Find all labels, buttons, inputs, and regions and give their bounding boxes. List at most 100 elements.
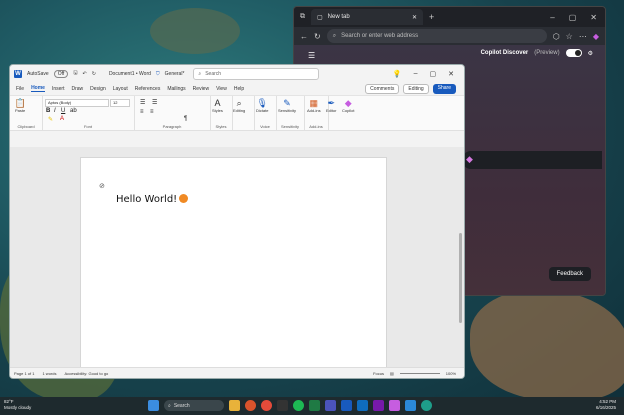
store-icon[interactable] bbox=[405, 400, 416, 411]
outlook-icon[interactable] bbox=[357, 400, 368, 411]
file-explorer-icon[interactable] bbox=[229, 400, 240, 411]
menu-insert[interactable]: Insert bbox=[52, 86, 65, 92]
menu-draw[interactable]: Draw bbox=[71, 86, 83, 92]
font-name-select[interactable]: Aptos (Body) bbox=[45, 99, 109, 107]
word-count[interactable]: 1 words bbox=[42, 371, 56, 376]
word-search-box[interactable]: ⌕ Search bbox=[193, 67, 320, 80]
close-icon[interactable]: ✕ bbox=[590, 13, 597, 22]
menu-review[interactable]: Review bbox=[193, 86, 209, 92]
copilot-search-icon[interactable]: ◆ bbox=[466, 154, 473, 165]
paragraph-mark-icon[interactable]: ¶ bbox=[184, 116, 187, 122]
search-icon: ⌕ bbox=[332, 32, 337, 39]
align-center-icon[interactable]: ≡ bbox=[150, 109, 154, 115]
focus-button[interactable]: Focus bbox=[373, 371, 384, 376]
underline-button[interactable]: U bbox=[61, 108, 65, 114]
start-icon[interactable] bbox=[148, 400, 159, 411]
editing-button[interactable]: ⌕ Editing bbox=[233, 98, 245, 114]
favorites-icon[interactable]: ☆ bbox=[566, 32, 573, 41]
bold-button[interactable]: B bbox=[46, 108, 50, 114]
extensions-icon[interactable]: ⬡ bbox=[553, 32, 560, 41]
addins-button[interactable]: ▦ Add-ins bbox=[307, 97, 321, 114]
menu-file[interactable]: File bbox=[16, 86, 24, 92]
italic-button[interactable]: I bbox=[54, 108, 56, 114]
back-icon[interactable]: ← bbox=[300, 32, 308, 41]
numbering-icon[interactable]: ☰ bbox=[152, 99, 157, 106]
weather-widget[interactable]: 82°F Mostly cloudy bbox=[4, 399, 31, 411]
word-close-icon[interactable]: ✕ bbox=[448, 70, 454, 78]
word-maximize-icon[interactable]: ▢ bbox=[430, 70, 437, 78]
font-size-select[interactable]: 12 bbox=[110, 99, 130, 107]
taskbar-search[interactable]: ⌕ Search bbox=[164, 400, 224, 411]
settings-gear-icon[interactable]: ⚙ bbox=[588, 50, 593, 57]
system-clock[interactable]: 4:52 PM 6/16/2025 bbox=[596, 399, 616, 411]
zoom-level[interactable]: 100% bbox=[446, 371, 456, 376]
copilot-discover-toggle[interactable] bbox=[565, 49, 582, 57]
document-text[interactable]: Hello World! bbox=[116, 194, 189, 205]
undo-icon[interactable]: ↶ bbox=[83, 71, 87, 77]
maximize-icon[interactable]: ▢ bbox=[569, 13, 577, 22]
menu-mailings[interactable]: Mailings bbox=[167, 86, 185, 92]
excel-icon[interactable] bbox=[309, 400, 320, 411]
copilot-button[interactable]: ◆ Copilot bbox=[342, 98, 354, 114]
document-page[interactable]: ⊘ Hello World! bbox=[80, 157, 387, 378]
edge-tabbar: ⧉ ▢ New tab ✕ + – ▢ ✕ bbox=[294, 7, 605, 27]
menu-design[interactable]: Design bbox=[90, 86, 106, 92]
editor-button[interactable]: ✒ Editor bbox=[326, 98, 336, 114]
chrome-icon[interactable] bbox=[261, 400, 272, 411]
menu-help[interactable]: Help bbox=[234, 86, 244, 92]
menu-view[interactable]: View bbox=[216, 86, 227, 92]
comments-button[interactable]: Comments bbox=[365, 83, 400, 94]
menu-home[interactable]: Home bbox=[31, 85, 45, 92]
save-icon[interactable]: 🖫 bbox=[73, 70, 77, 78]
newtab-icon: ▢ bbox=[317, 14, 323, 21]
minimize-icon[interactable]: – bbox=[550, 13, 554, 22]
share-button[interactable]: Share bbox=[432, 83, 456, 94]
align-left-icon[interactable]: ≡ bbox=[140, 109, 144, 115]
tab-new-tab[interactable]: ▢ New tab ✕ bbox=[311, 9, 423, 25]
sensitivity-button[interactable]: ✎ Sensitivity bbox=[278, 98, 296, 114]
newtab-search-box[interactable]: ◆ bbox=[462, 151, 602, 169]
word-taskbar-icon[interactable] bbox=[341, 400, 352, 411]
editing-mode-button[interactable]: Editing bbox=[403, 83, 429, 94]
zoom-slider[interactable] bbox=[399, 372, 440, 374]
spotify-icon[interactable] bbox=[293, 400, 304, 411]
bullets-icon[interactable]: ☰ bbox=[140, 99, 145, 106]
terminal-icon[interactable] bbox=[277, 400, 288, 411]
print-layout-icon[interactable]: ▤ bbox=[390, 371, 394, 376]
copilot-icon[interactable]: ◆ bbox=[593, 32, 599, 41]
addins-grid-icon: ▦ bbox=[309, 97, 319, 108]
close-tab-icon[interactable]: ✕ bbox=[412, 14, 417, 21]
word-minimize-icon[interactable]: – bbox=[414, 70, 418, 78]
vertical-scrollbar[interactable] bbox=[459, 233, 462, 323]
new-tab-button[interactable]: + bbox=[429, 12, 434, 22]
document-title[interactable]: Document1 • Word bbox=[109, 71, 151, 77]
feedback-button[interactable]: Feedback bbox=[548, 267, 591, 281]
dictate-button[interactable]: 🎙 Dictate bbox=[256, 98, 268, 114]
edge-taskbar-icon[interactable] bbox=[421, 400, 432, 411]
teams-icon[interactable] bbox=[325, 400, 336, 411]
font-color-icon[interactable]: A bbox=[60, 116, 64, 122]
browser-icon[interactable] bbox=[245, 400, 256, 411]
smiley-emoji-icon bbox=[179, 194, 189, 203]
page-count[interactable]: Page 1 of 1 bbox=[14, 371, 34, 376]
taskbar-search-icon: ⌕ bbox=[168, 402, 171, 409]
menu-dots-icon[interactable]: ⋯ bbox=[579, 32, 587, 41]
lightbulb-icon[interactable]: 💡 bbox=[393, 70, 402, 78]
highlight-icon[interactable]: ✎ bbox=[48, 116, 53, 123]
hamburger-menu-icon[interactable]: ☰ bbox=[308, 51, 315, 60]
autosave-toggle[interactable]: Off bbox=[53, 69, 69, 78]
menu-layout[interactable]: Layout bbox=[113, 86, 128, 92]
address-bar[interactable]: ⌕ Search or enter web address bbox=[326, 29, 547, 43]
copilot-taskbar-icon[interactable] bbox=[389, 400, 400, 411]
redo-icon[interactable]: ↻ bbox=[92, 71, 96, 77]
accessibility-status[interactable]: Accessibility: Good to go bbox=[64, 371, 108, 376]
onenote-icon[interactable] bbox=[373, 400, 384, 411]
paste-button[interactable]: 📋 Paste bbox=[15, 98, 26, 114]
styles-button[interactable]: A Styles bbox=[212, 98, 223, 113]
sensitivity-label[interactable]: General* bbox=[165, 71, 185, 77]
tab-actions-icon[interactable]: ⧉ bbox=[300, 13, 305, 21]
strikethrough-button[interactable]: ab bbox=[70, 108, 77, 114]
refresh-icon[interactable]: ↻ bbox=[314, 32, 321, 41]
menu-references[interactable]: References bbox=[135, 86, 161, 92]
layout-options-icon[interactable]: ⊘ bbox=[99, 182, 105, 190]
